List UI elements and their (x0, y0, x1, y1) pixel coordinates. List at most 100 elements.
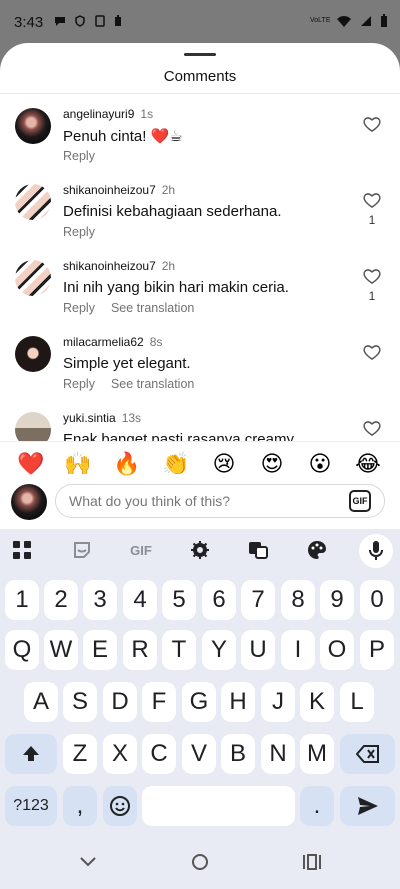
avatar[interactable] (15, 260, 51, 296)
key-g[interactable]: G (182, 682, 216, 722)
reply-button[interactable]: Reply (63, 377, 95, 391)
signal-icon (361, 16, 371, 26)
key-6[interactable]: 6 (202, 580, 236, 620)
chat-bubble-icon (55, 17, 65, 26)
key-h[interactable]: H (221, 682, 255, 722)
key-w[interactable]: W (44, 630, 78, 670)
key-9[interactable]: 9 (320, 580, 354, 620)
sync-icon (95, 15, 105, 27)
key-y[interactable]: Y (202, 630, 236, 670)
comment-time: 8s (149, 335, 163, 349)
key-n[interactable]: N (261, 734, 295, 774)
key-4[interactable]: 4 (123, 580, 157, 620)
recents-icon[interactable] (301, 851, 323, 873)
reaction-emoji[interactable]: ❤️ (16, 450, 46, 480)
key-s[interactable]: S (63, 682, 97, 722)
symbols-key[interactable]: ?123 (5, 786, 57, 826)
reaction-emoji[interactable]: 🔥 (112, 450, 142, 480)
avatar[interactable] (15, 336, 51, 372)
key-j[interactable]: J (261, 682, 295, 722)
avatar[interactable] (15, 184, 51, 220)
key-u[interactable]: U (241, 630, 275, 670)
shift-key[interactable] (5, 734, 57, 774)
heart-icon[interactable] (363, 116, 381, 132)
comment-item: milacarmelia62 8s Simple yet elegant. Rep… (0, 325, 400, 401)
comma-key[interactable]: , (63, 786, 97, 826)
comment-text: Penuh cinta! ❤️☕ (63, 128, 183, 145)
key-i[interactable]: I (281, 630, 315, 670)
comment-username[interactable]: yuki.sintia 13s (63, 411, 141, 425)
emoji-key[interactable] (103, 786, 137, 826)
key-v[interactable]: V (182, 734, 216, 774)
heart-icon[interactable] (363, 268, 381, 284)
key-p[interactable]: P (360, 630, 394, 670)
settings-icon[interactable] (183, 537, 217, 563)
reaction-emoji[interactable]: 👏 (161, 450, 191, 480)
microphone-icon[interactable] (359, 534, 393, 568)
reaction-emoji[interactable]: 🙌 (63, 450, 93, 480)
key-7[interactable]: 7 (241, 580, 275, 620)
key-3[interactable]: 3 (83, 580, 117, 620)
heart-icon[interactable] (363, 344, 381, 360)
key-x[interactable]: X (103, 734, 137, 774)
heart-icon[interactable] (363, 420, 381, 436)
key-d[interactable]: D (103, 682, 137, 722)
period-key[interactable]: . (300, 786, 334, 826)
comment-username[interactable]: shikanoinheizou7 2h (63, 183, 175, 197)
key-a[interactable]: A (24, 682, 58, 722)
backspace-key[interactable] (340, 734, 395, 774)
gif-button[interactable]: GIF (349, 490, 371, 512)
comments-list[interactable]: angelinayuri9 1s Penuh cinta! ❤️☕ Reply s… (0, 95, 400, 441)
home-icon[interactable] (189, 851, 211, 873)
key-1[interactable]: 1 (5, 580, 39, 620)
sticker-icon[interactable] (65, 537, 99, 563)
key-5[interactable]: 5 (162, 580, 196, 620)
reaction-emoji[interactable]: 😮 (305, 450, 335, 480)
comment-username[interactable]: angelinayuri9 1s (63, 107, 153, 121)
back-icon[interactable] (77, 851, 99, 873)
key-z[interactable]: Z (63, 734, 97, 774)
comment-username[interactable]: shikanoinheizou7 2h (63, 259, 175, 273)
reaction-emoji[interactable]: 😂 (353, 450, 383, 480)
key-r[interactable]: R (123, 630, 157, 670)
palette-icon[interactable] (300, 537, 334, 563)
key-e[interactable]: E (83, 630, 117, 670)
key-k[interactable]: K (300, 682, 334, 722)
key-0[interactable]: 0 (360, 580, 394, 620)
gif-toolbar-button[interactable]: GIF (124, 537, 158, 563)
comment-text: Simple yet elegant. (63, 355, 191, 372)
comment-time: 1s (140, 107, 154, 121)
avatar[interactable] (15, 412, 51, 441)
key-8[interactable]: 8 (281, 580, 315, 620)
key-q[interactable]: Q (5, 630, 39, 670)
key-l[interactable]: L (340, 682, 374, 722)
title-divider (0, 93, 400, 94)
reaction-emoji[interactable]: 😢 (209, 450, 239, 480)
reply-button[interactable]: Reply (63, 149, 95, 163)
reply-button[interactable]: Reply (63, 225, 95, 239)
see-translation-button[interactable]: See translation (111, 377, 194, 391)
current-user-avatar[interactable] (11, 484, 47, 520)
comment-username[interactable]: milacarmelia62 8s (63, 335, 162, 349)
see-translation-button[interactable]: See translation (111, 301, 194, 315)
comment-item: angelinayuri9 1s Penuh cinta! ❤️☕ Reply (0, 97, 400, 173)
translate-icon[interactable] (241, 537, 275, 563)
comment-input[interactable]: What do you think of this? (55, 484, 385, 518)
key-f[interactable]: F (142, 682, 176, 722)
key-t[interactable]: T (162, 630, 196, 670)
key-b[interactable]: B (221, 734, 255, 774)
key-2[interactable]: 2 (44, 580, 78, 620)
grid-icon[interactable] (5, 537, 39, 563)
drag-handle[interactable] (184, 53, 216, 56)
space-bar[interactable] (142, 786, 295, 826)
key-m[interactable]: M (300, 734, 334, 774)
send-key[interactable] (340, 786, 395, 826)
volte-text: VoLTE (310, 17, 331, 24)
reply-button[interactable]: Reply (63, 301, 95, 315)
key-c[interactable]: C (142, 734, 176, 774)
heart-icon[interactable] (363, 192, 381, 208)
reaction-emoji[interactable]: 😍 (257, 450, 287, 480)
avatar[interactable] (15, 108, 51, 144)
key-o[interactable]: O (320, 630, 354, 670)
status-left-icons (54, 15, 122, 27)
